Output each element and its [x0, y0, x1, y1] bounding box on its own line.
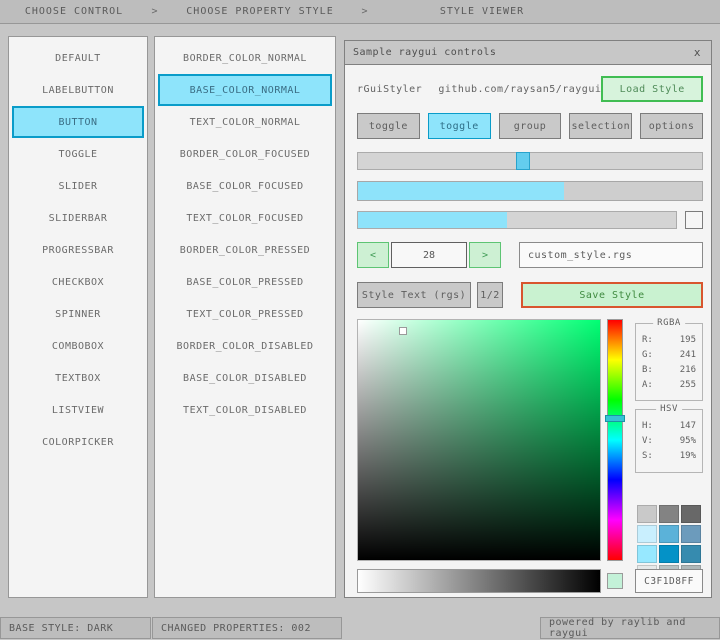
current-color-swatch [607, 573, 623, 589]
palette-swatch[interactable] [637, 525, 657, 543]
spinner-value[interactable]: 28 [391, 242, 467, 268]
section-choose-property-style: CHOOSE PROPERTY STYLE [162, 6, 358, 17]
rgba-groupbox: RGBA R:195G:241B:216A:255 [635, 323, 703, 401]
property-item-border-color-focused[interactable]: BORDER_COLOR_FOCUSED [158, 138, 332, 170]
hsv-label: HSV [656, 404, 682, 414]
property-item-base-color-focused[interactable]: BASE_COLOR_FOCUSED [158, 170, 332, 202]
palette-swatch[interactable] [681, 545, 701, 563]
value-row-b: B:216 [636, 363, 702, 378]
color-picker-panel[interactable] [357, 319, 601, 561]
window-content: rGuiStyler github.com/raysan5/raygui Loa… [345, 65, 711, 597]
top-toolbar: CHOOSE CONTROL > CHOOSE PROPERTY STYLE >… [0, 0, 720, 24]
page-toggle-button[interactable]: 1/2 [477, 282, 503, 308]
toggle-button-selection-3[interactable]: selection [569, 113, 632, 139]
window-title: Sample raygui controls [353, 47, 496, 58]
control-item-colorpicker[interactable]: COLORPICKER [12, 426, 144, 458]
spinner-increment-button[interactable]: > [469, 242, 501, 268]
close-icon[interactable]: x [692, 46, 703, 59]
actions-row: Style Text (rgs) 1/2 Save Style [357, 282, 703, 308]
rgba-values: R:195G:241B:216A:255 [636, 324, 702, 393]
control-item-listview[interactable]: LISTVIEW [12, 394, 144, 426]
slider-bar-fill [358, 212, 507, 228]
progress-fill [358, 182, 564, 200]
value-row-v: V:95% [636, 434, 702, 449]
property-item-text-color-normal[interactable]: TEXT_COLOR_NORMAL [158, 106, 332, 138]
slider[interactable] [357, 152, 703, 170]
hex-color-textbox[interactable]: C3F1D8FF [635, 569, 703, 593]
control-item-combobox[interactable]: COMBOBOX [12, 330, 144, 362]
rgba-label: RGBA [653, 318, 685, 328]
value-row-r: R:195 [636, 333, 702, 348]
control-item-default[interactable]: DEFAULT [12, 42, 144, 74]
property-item-base-color-disabled[interactable]: BASE_COLOR_DISABLED [158, 362, 332, 394]
control-item-textbox[interactable]: TEXTBOX [12, 362, 144, 394]
property-item-text-color-pressed[interactable]: TEXT_COLOR_PRESSED [158, 298, 332, 330]
value-row-g: G:241 [636, 348, 702, 363]
value-row-s: S:19% [636, 449, 702, 464]
hue-bar[interactable] [607, 319, 623, 561]
palette-swatch[interactable] [659, 545, 679, 563]
status-credits: powered by raylib and raygui [540, 617, 720, 639]
property-item-base-color-pressed[interactable]: BASE_COLOR_PRESSED [158, 266, 332, 298]
chevron-right-icon: > [148, 6, 162, 17]
toggle-button-options-4[interactable]: options [640, 113, 703, 139]
palette-swatch[interactable] [681, 505, 701, 523]
control-item-spinner[interactable]: SPINNER [12, 298, 144, 330]
slider-handle[interactable] [516, 152, 530, 170]
section-style-viewer: STYLE VIEWER [372, 6, 592, 17]
palette-swatch[interactable] [681, 525, 701, 543]
control-item-toggle[interactable]: TOGGLE [12, 138, 144, 170]
control-item-checkbox[interactable]: CHECKBOX [12, 266, 144, 298]
control-item-slider[interactable]: SLIDER [12, 170, 144, 202]
control-item-button[interactable]: BUTTON [12, 106, 144, 138]
color-picker-cursor[interactable] [399, 327, 407, 335]
toggle-button-group-2[interactable]: group [499, 113, 562, 139]
status-base-style: BASE STYLE: DARK [0, 617, 151, 639]
app-name-label: rGuiStyler [357, 84, 438, 95]
control-item-sliderbar[interactable]: SLIDERBAR [12, 202, 144, 234]
load-style-button[interactable]: Load Style [601, 76, 703, 102]
spinner-decrement-button[interactable]: < [357, 242, 389, 268]
palette-swatch[interactable] [659, 505, 679, 523]
section-choose-control: CHOOSE CONTROL [0, 6, 148, 17]
chevron-right-icon: > [358, 6, 372, 17]
property-item-border-color-normal[interactable]: BORDER_COLOR_NORMAL [158, 42, 332, 74]
control-item-progressbar[interactable]: PROGRESSBAR [12, 234, 144, 266]
toggle-button-toggle-0[interactable]: toggle [357, 113, 420, 139]
palette-swatch[interactable] [637, 505, 657, 523]
hsv-values: H:147V:95%S:19% [636, 410, 702, 464]
value-row-a: A:255 [636, 378, 702, 393]
spinner: < 28 > custom_style.rgs [357, 242, 703, 268]
status-changed-properties: CHANGED PROPERTIES: 002 [152, 617, 342, 639]
filename-textbox[interactable]: custom_style.rgs [519, 242, 703, 268]
progress-bar [357, 181, 703, 201]
sample-controls-window: Sample raygui controls x rGuiStyler gith… [344, 40, 712, 598]
value-row-h: H:147 [636, 419, 702, 434]
property-item-base-color-normal[interactable]: BASE_COLOR_NORMAL [158, 74, 332, 106]
window-titlebar[interactable]: Sample raygui controls x [345, 41, 711, 65]
style-text-button[interactable]: Style Text (rgs) [357, 282, 471, 308]
toggle-button-toggle-1[interactable]: toggle [428, 113, 491, 139]
checkbox[interactable] [685, 211, 703, 229]
palette-swatch[interactable] [637, 545, 657, 563]
save-style-button[interactable]: Save Style [521, 282, 703, 308]
property-item-border-color-pressed[interactable]: BORDER_COLOR_PRESSED [158, 234, 332, 266]
palette-swatch[interactable] [659, 525, 679, 543]
repo-label: github.com/raysan5/raygui [438, 84, 601, 95]
toggle-group: toggle toggle group selection options [357, 113, 703, 139]
controls-listview: DEFAULTLABELBUTTONBUTTONTOGGLESLIDERSLID… [8, 36, 148, 598]
property-item-text-color-disabled[interactable]: TEXT_COLOR_DISABLED [158, 394, 332, 426]
hue-marker[interactable] [605, 415, 625, 422]
rguistyler-app: CHOOSE CONTROL > CHOOSE PROPERTY STYLE >… [0, 0, 720, 640]
value-gradient-bar[interactable] [357, 569, 601, 593]
slider-bar[interactable] [357, 211, 677, 229]
properties-listview: BORDER_COLOR_NORMALBASE_COLOR_NORMALTEXT… [154, 36, 336, 598]
property-item-border-color-disabled[interactable]: BORDER_COLOR_DISABLED [158, 330, 332, 362]
hsv-groupbox: HSV H:147V:95%S:19% [635, 409, 703, 473]
header-row: rGuiStyler github.com/raysan5/raygui Loa… [357, 76, 703, 102]
control-item-labelbutton[interactable]: LABELBUTTON [12, 74, 144, 106]
property-item-text-color-focused[interactable]: TEXT_COLOR_FOCUSED [158, 202, 332, 234]
